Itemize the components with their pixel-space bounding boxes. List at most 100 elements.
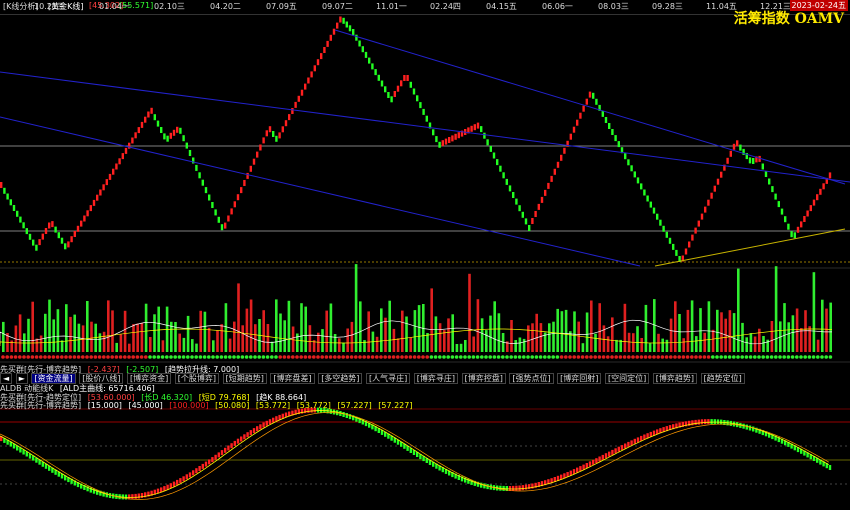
signal-dot — [433, 355, 438, 359]
tab[interactable]: [空间定位] — [604, 373, 650, 384]
price-brick — [444, 138, 448, 145]
oscillator-brick — [707, 419, 710, 425]
signal-dot — [564, 355, 568, 359]
volume-bar — [489, 315, 492, 352]
volume-bar — [825, 308, 828, 352]
signal-dot — [463, 355, 467, 359]
signal-dot — [652, 355, 656, 359]
tab[interactable]: [博弈盘差] — [270, 373, 315, 384]
volume-bar — [149, 337, 152, 352]
price-brick — [320, 53, 323, 60]
price-brick — [83, 215, 86, 222]
price-brick — [416, 95, 419, 102]
price-brick — [300, 89, 304, 96]
channel-lines — [0, 29, 850, 267]
oscillator-brick — [252, 428, 256, 434]
signal-dot — [13, 355, 18, 359]
oscillator-brick — [512, 485, 515, 491]
signal-dot — [824, 355, 828, 359]
price-brick — [480, 126, 483, 133]
tab[interactable]: [人气寻庄] — [365, 373, 411, 384]
signal-dot — [387, 355, 392, 359]
price-brick — [182, 135, 185, 142]
signal-dot — [118, 355, 123, 359]
signal-dot — [72, 355, 77, 359]
volume-bar — [539, 323, 543, 352]
volume-bar — [241, 325, 244, 352]
volume-bar — [711, 329, 715, 352]
row4-value: [53.772] — [296, 401, 331, 410]
signal-dot — [748, 355, 753, 359]
volume-bar — [69, 316, 72, 352]
tab[interactable]: [博弈寻庄] — [413, 373, 459, 384]
channel-line-upper — [0, 71, 850, 183]
oscillator-brick — [182, 476, 185, 482]
tab[interactable]: [个股博弈] — [174, 373, 220, 384]
signal-dot — [618, 355, 623, 359]
signal-dot — [299, 355, 304, 359]
price-brick — [547, 182, 550, 189]
price-brick — [787, 223, 790, 230]
price-brick — [115, 163, 118, 170]
tab[interactable]: [博弈回射] — [557, 373, 602, 384]
tab[interactable]: [强势点位] — [509, 373, 554, 384]
oscillator-brick — [224, 447, 227, 453]
signal-dot — [257, 355, 262, 359]
signal-dot — [173, 355, 177, 359]
tab[interactable]: [多空趋势] — [318, 373, 363, 384]
tab[interactable]: [短期趋势] — [222, 373, 267, 384]
tab[interactable]: [博弈趋势] — [652, 373, 698, 384]
price-brick — [9, 199, 12, 206]
signal-dot — [526, 355, 530, 359]
signal-dot — [438, 355, 442, 359]
signal-dot — [631, 355, 635, 359]
price-brick — [268, 126, 272, 133]
volume-bar — [753, 336, 757, 352]
volume-bar — [111, 310, 114, 352]
oscillator-brick — [243, 434, 246, 440]
tab[interactable]: [趋势定位] — [700, 373, 745, 384]
signal-dot — [761, 355, 765, 359]
price-brick — [48, 222, 51, 229]
signal-dot — [341, 355, 346, 359]
signal-dot — [412, 355, 417, 359]
volume-bar — [405, 316, 408, 352]
price-brick — [272, 131, 275, 137]
price-brick — [425, 115, 428, 122]
signal-dot — [820, 355, 824, 359]
volume-bar — [128, 343, 131, 352]
oscillator-brick — [828, 465, 832, 470]
oscillator-brick — [208, 459, 211, 465]
oscillator-brick — [211, 457, 214, 463]
price-brick — [294, 101, 297, 108]
volume-bar — [178, 333, 181, 352]
signal-dot — [244, 355, 249, 359]
oscillator-brick — [262, 422, 265, 428]
price-brick — [86, 210, 89, 217]
price-brick — [201, 179, 204, 186]
signal-dot — [177, 355, 182, 359]
signal-dot — [324, 355, 329, 359]
tab[interactable]: [博弈控盘] — [461, 373, 506, 384]
signal-dot — [648, 355, 652, 359]
signal-dot — [165, 355, 169, 359]
signal-dot — [396, 355, 400, 359]
signal-dot — [757, 355, 761, 359]
volume-bar — [459, 343, 463, 352]
signal-dot — [559, 355, 564, 359]
signal-dot — [404, 355, 409, 359]
price-brick — [368, 57, 371, 64]
oscillator-brick — [691, 420, 694, 426]
price-brick — [771, 186, 774, 193]
oscillator-brick — [240, 436, 243, 442]
price-brick — [489, 145, 492, 152]
volume-bar — [636, 326, 639, 352]
price-brick — [720, 171, 723, 178]
signal-dot — [723, 355, 728, 359]
signal-dot — [635, 355, 639, 359]
volume-bar — [816, 339, 820, 352]
price-brick — [643, 189, 646, 196]
price-brick — [691, 234, 694, 241]
volume-bar — [606, 336, 610, 352]
channel-line-top — [334, 29, 846, 185]
